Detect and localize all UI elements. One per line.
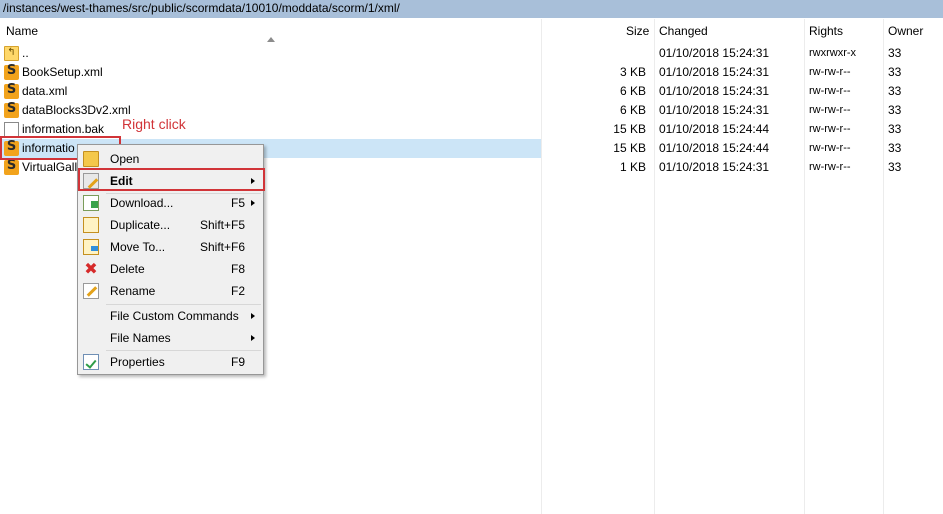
duplicate-icon bbox=[83, 217, 99, 233]
file-size: 15 KB bbox=[613, 122, 646, 136]
delete-icon: ✖ bbox=[84, 259, 98, 278]
shortcut-label: F2 bbox=[230, 284, 245, 298]
file-changed: 01/10/2018 15:24:31 bbox=[659, 160, 770, 174]
column-header-rights[interactable]: Rights bbox=[805, 18, 843, 44]
file-size: 1 KB bbox=[619, 160, 646, 174]
file-owner: 33 bbox=[888, 65, 902, 79]
download-icon bbox=[83, 195, 99, 211]
file-changed: 01/10/2018 15:24:31 bbox=[659, 65, 770, 79]
path-bar[interactable]: /instances/west-thames/src/public/scormd… bbox=[0, 0, 943, 18]
sublime-file-icon: S bbox=[4, 63, 19, 80]
submenu-arrow-icon bbox=[251, 313, 255, 319]
file-owner: 33 bbox=[888, 84, 902, 98]
column-header-name[interactable]: Name bbox=[2, 18, 38, 44]
file-changed: 01/10/2018 15:24:31 bbox=[659, 103, 770, 117]
document-icon bbox=[4, 122, 19, 137]
menu-item-file-custom-commands[interactable]: File Custom Commands bbox=[80, 305, 261, 327]
file-rights: rwxrwxr-x bbox=[809, 47, 857, 59]
file-size: 6 KB bbox=[619, 103, 646, 117]
file-rights: rw-rw-r-- bbox=[809, 66, 851, 78]
shortcut-label: F8 bbox=[230, 262, 245, 276]
menu-item-move-to[interactable]: Move To... Shift+F6 bbox=[80, 236, 261, 258]
open-folder-icon bbox=[83, 151, 99, 167]
file-size: 15 KB bbox=[613, 141, 646, 155]
menu-item-delete[interactable]: ✖ Delete F8 bbox=[80, 258, 261, 280]
file-rights: rw-rw-r-- bbox=[809, 142, 851, 154]
path-text: /instances/west-thames/src/public/scormd… bbox=[3, 1, 400, 15]
menu-item-open[interactable]: Open bbox=[80, 148, 261, 170]
column-header-size[interactable]: Size bbox=[622, 18, 649, 44]
move-icon bbox=[83, 239, 99, 255]
file-rights: rw-rw-r-- bbox=[809, 85, 851, 97]
file-size: 6 KB bbox=[619, 84, 646, 98]
sublime-file-icon: S bbox=[4, 82, 19, 99]
file-name: .. bbox=[22, 46, 29, 60]
file-name: dataBlocks3Dv2.xml bbox=[22, 103, 131, 117]
menu-item-file-names[interactable]: File Names bbox=[80, 327, 261, 349]
file-row[interactable]: Sdata.xml 6 KB 01/10/2018 15:24:31 rw-rw… bbox=[0, 82, 943, 101]
file-row[interactable]: ↰.. 01/10/2018 15:24:31 rwxrwxr-x 33 bbox=[0, 44, 943, 63]
menu-item-download[interactable]: Download... F5 bbox=[80, 192, 261, 214]
file-owner: 33 bbox=[888, 103, 902, 117]
parent-folder-icon: ↰ bbox=[4, 46, 19, 61]
right-click-annotation: Right click bbox=[122, 116, 186, 132]
menu-item-rename[interactable]: Rename F2 bbox=[80, 280, 261, 302]
file-name: data.xml bbox=[22, 84, 68, 98]
menu-item-duplicate[interactable]: Duplicate... Shift+F5 bbox=[80, 214, 261, 236]
sublime-file-icon: S bbox=[4, 101, 19, 118]
rename-icon bbox=[83, 283, 99, 299]
shortcut-label: F9 bbox=[230, 355, 245, 369]
column-header-owner[interactable]: Owner bbox=[884, 18, 923, 44]
file-changed: 01/10/2018 15:24:44 bbox=[659, 122, 770, 136]
file-changed: 01/10/2018 15:24:31 bbox=[659, 46, 770, 60]
sublime-file-icon: S bbox=[4, 158, 19, 175]
column-header-changed[interactable]: Changed bbox=[655, 18, 708, 44]
file-rights: rw-rw-r-- bbox=[809, 161, 851, 173]
menu-item-properties[interactable]: Properties F9 bbox=[80, 351, 261, 373]
properties-icon bbox=[83, 354, 99, 370]
submenu-arrow-icon bbox=[251, 335, 255, 341]
file-name: VirtualGall bbox=[22, 160, 78, 174]
file-owner: 33 bbox=[888, 46, 902, 60]
shortcut-label: F5 bbox=[230, 196, 245, 210]
edit-highlight-box bbox=[78, 168, 265, 191]
file-size bbox=[545, 44, 646, 63]
file-owner: 33 bbox=[888, 141, 902, 155]
shortcut-label: Shift+F6 bbox=[199, 240, 245, 254]
file-rights: rw-rw-r-- bbox=[809, 104, 851, 116]
sort-ascending-icon bbox=[267, 37, 275, 42]
file-changed: 01/10/2018 15:24:31 bbox=[659, 84, 770, 98]
file-owner: 33 bbox=[888, 122, 902, 136]
shortcut-label: Shift+F5 bbox=[199, 218, 245, 232]
file-rights: rw-rw-r-- bbox=[809, 123, 851, 135]
file-owner: 33 bbox=[888, 160, 902, 174]
file-list-header: Name Size Changed Rights Owner bbox=[0, 18, 943, 44]
file-name: BookSetup.xml bbox=[22, 65, 103, 79]
submenu-arrow-icon bbox=[251, 200, 255, 206]
file-size: 3 KB bbox=[619, 65, 646, 79]
file-row[interactable]: S BookSetup.xml 3 KB 01/10/2018 15:24:31 … bbox=[0, 63, 943, 82]
file-changed: 01/10/2018 15:24:44 bbox=[659, 141, 770, 155]
